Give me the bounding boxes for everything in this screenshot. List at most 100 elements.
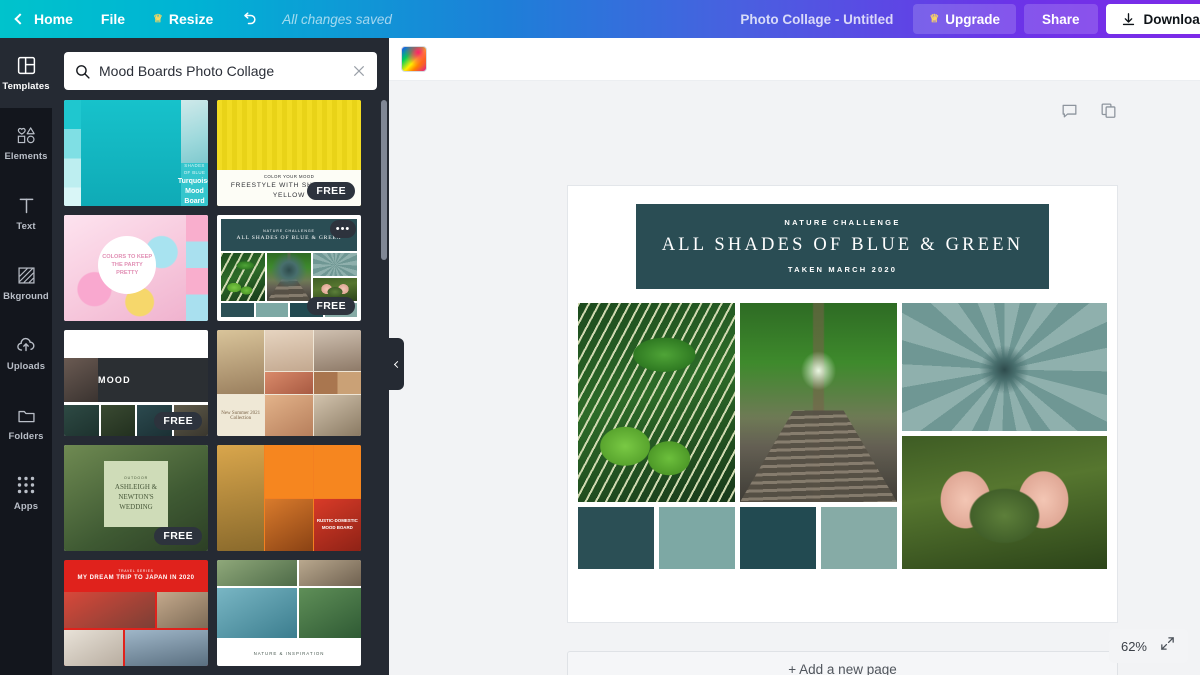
- thumb-photo-row: [221, 253, 357, 301]
- panel-scrollbar[interactable]: [381, 100, 387, 675]
- thumb-photo: COLORS TO KEEP THE PARTY PRETTY: [64, 215, 186, 321]
- thumbnail-more-menu[interactable]: •••: [330, 220, 356, 238]
- hands-pine-photo[interactable]: [902, 436, 1107, 569]
- save-status: All changes saved: [270, 12, 392, 27]
- thumb-swatch-strip: [314, 372, 361, 394]
- template-thumbnail[interactable]: COLORS TO KEEP THE PARTY PRETTY: [64, 215, 208, 321]
- comment-icon[interactable]: [1060, 101, 1079, 125]
- search-box[interactable]: [64, 52, 377, 90]
- resize-button[interactable]: ♕ Resize: [139, 0, 227, 38]
- template-thumbnail[interactable]: NATURE & INSPIRATION: [217, 560, 361, 666]
- clear-search-icon[interactable]: [351, 63, 367, 79]
- collapse-panel-button[interactable]: [389, 338, 404, 390]
- thumb-photo-row: [217, 588, 361, 638]
- free-badge: FREE: [307, 297, 355, 315]
- add-page-container: + Add a new page: [567, 651, 1118, 675]
- banner-subtitle: TAKEN MARCH 2020: [646, 265, 1039, 274]
- swatch-light-sage[interactable]: [821, 507, 897, 569]
- collage-banner[interactable]: NATURE CHALLENGE ALL SHADES OF BLUE & GR…: [636, 204, 1049, 289]
- crown-icon: ♕: [153, 14, 163, 25]
- undo-icon: [239, 10, 258, 29]
- add-new-page-button[interactable]: + Add a new page: [567, 651, 1118, 675]
- thumb-photo-col: [313, 253, 357, 301]
- template-thumbnail[interactable]: MOOD FREE: [64, 330, 208, 436]
- templates-icon: [16, 54, 37, 76]
- green-leaves-photo[interactable]: [578, 303, 735, 502]
- template-results-grid[interactable]: SHADES OF BLUE Turquoise Mood Board Insp…: [52, 100, 389, 675]
- document-title[interactable]: Photo Collage - Untitled: [720, 12, 913, 27]
- sidebar-item-apps[interactable]: Apps: [0, 458, 52, 528]
- thumb-kicker: COLOR YOUR MOOD: [264, 174, 314, 181]
- sidebar-item-background[interactable]: Bkground: [0, 248, 52, 318]
- search-input[interactable]: [91, 63, 351, 79]
- folders-icon: [16, 404, 37, 426]
- railway-trees-photo[interactable]: [740, 303, 897, 502]
- text-icon: [16, 194, 37, 216]
- thumb-photo: [217, 330, 264, 394]
- thumb-title: NATURE & INSPIRATION: [217, 640, 361, 666]
- download-button[interactable]: Download: [1106, 4, 1200, 34]
- chevron-left-icon: [14, 13, 25, 24]
- template-thumbnail[interactable]: TRAVEL SERIES MY DREAM TRIP TO JAPAN IN …: [64, 560, 208, 666]
- sidebar-item-text[interactable]: Text: [0, 178, 52, 248]
- template-thumbnail[interactable]: New Summer 2021 Collection: [217, 330, 361, 436]
- upgrade-label: Upgrade: [945, 12, 1000, 27]
- share-label: Share: [1042, 12, 1080, 27]
- share-button[interactable]: Share: [1024, 4, 1098, 34]
- crown-icon: ♕: [929, 14, 939, 25]
- template-thumbnail[interactable]: COLOR YOUR MOOD FREESTYLE WITH SHADES OF…: [217, 100, 361, 206]
- sidebar-item-elements[interactable]: Elements: [0, 108, 52, 178]
- undo-button[interactable]: [227, 0, 270, 38]
- thumb-title: Turquoise Mood Board Inspirations: [171, 176, 208, 206]
- template-thumbnail[interactable]: OUTDOOR ASHLEIGH & NEWTON'S WEDDING FREE: [64, 445, 208, 551]
- expand-icon[interactable]: [1159, 635, 1176, 657]
- zoom-level[interactable]: 62%: [1121, 639, 1147, 654]
- file-menu-button[interactable]: File: [87, 0, 139, 38]
- thumb-swatch-strip: [64, 100, 81, 206]
- download-label: Download: [1144, 12, 1200, 27]
- template-thumbnail[interactable]: RUSTIC-DOMESTIC MOOD BOARD: [217, 445, 361, 551]
- thumb-photo: [314, 445, 361, 498]
- thumb-caption: TRAVEL SERIES MY DREAM TRIP TO JAPAN IN …: [64, 560, 208, 590]
- sidebar-label-templates: Templates: [2, 81, 49, 92]
- color-swatch-row: [578, 507, 897, 569]
- thumb-photo: [217, 100, 361, 170]
- sidebar-label-uploads: Uploads: [7, 361, 45, 372]
- template-thumbnail-selected[interactable]: NATURE CHALLENGE ALL SHADES OF BLUE & GR…: [217, 215, 361, 321]
- swatch-dark-teal[interactable]: [578, 507, 654, 569]
- sidebar-label-text: Text: [16, 221, 35, 232]
- free-badge: FREE: [154, 412, 202, 430]
- template-thumbnail[interactable]: SHADES OF BLUE Turquoise Mood Board Insp…: [64, 100, 208, 206]
- home-label: Home: [34, 11, 73, 27]
- sidebar-item-folders[interactable]: Folders: [0, 388, 52, 458]
- thumb-title: COLORS TO KEEP THE PARTY PRETTY: [98, 236, 156, 294]
- banner-title: ALL SHADES OF BLUE & GREEN: [646, 235, 1039, 256]
- sidebar-item-uploads[interactable]: Uploads: [0, 318, 52, 388]
- design-page[interactable]: NATURE CHALLENGE ALL SHADES OF BLUE & GR…: [567, 185, 1118, 623]
- thumb-photo: [313, 253, 357, 276]
- swatch-sage-teal[interactable]: [659, 507, 735, 569]
- rainbow-color-picker-icon[interactable]: [401, 46, 427, 72]
- uploads-icon: [15, 334, 37, 356]
- banner-kicker: NATURE CHALLENGE: [646, 218, 1039, 227]
- scrollbar-thumb[interactable]: [381, 100, 387, 260]
- search-container: [52, 38, 389, 98]
- thumb-photo: [314, 330, 361, 371]
- thumb-photo: [314, 395, 361, 436]
- duplicate-icon[interactable]: [1099, 101, 1118, 125]
- thumb-photo: [217, 445, 264, 551]
- thumb-photo-row: [217, 560, 361, 586]
- collage-photo-grid: [578, 303, 1107, 569]
- elements-icon: [15, 124, 37, 146]
- canvas-area[interactable]: NATURE CHALLENGE ALL SHADES OF BLUE & GR…: [389, 81, 1200, 675]
- agave-succulent-photo[interactable]: [902, 303, 1107, 431]
- home-button[interactable]: Home: [0, 0, 87, 38]
- chevron-left-icon: [394, 360, 401, 367]
- sidebar-label-elements: Elements: [4, 151, 47, 162]
- sidebar-item-templates[interactable]: Templates: [0, 38, 52, 108]
- resize-label: Resize: [169, 11, 213, 27]
- free-badge: FREE: [154, 527, 202, 545]
- swatch-deep-teal[interactable]: [740, 507, 816, 569]
- free-badge: FREE: [307, 182, 355, 200]
- upgrade-button[interactable]: ♕ Upgrade: [913, 4, 1016, 34]
